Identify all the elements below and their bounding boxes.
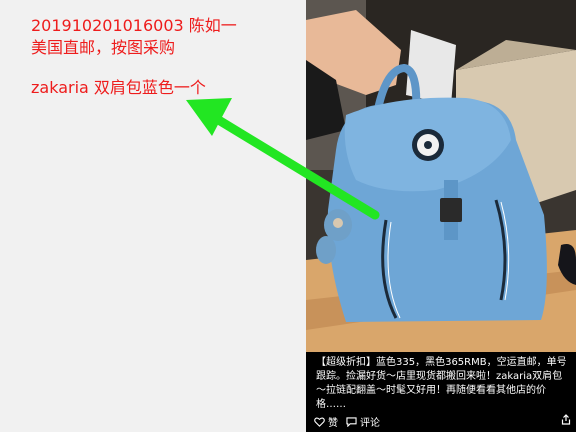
order-notes-panel: 201910201016003 陈如一 美国直邮，按图采购 zakaria 双肩… (0, 0, 306, 432)
social-post: 【超级折扣】蓝色335，黑色365RMB，空运直邮，单号跟踪。捡漏好货～店里现货… (306, 0, 576, 432)
heart-icon (314, 417, 325, 427)
product-photo (306, 0, 576, 352)
like-button[interactable]: 赞 (314, 414, 338, 429)
order-id-line: 201910201016003 陈如一 (31, 16, 237, 35)
product-note-line: zakaria 双肩包蓝色一个 (31, 78, 206, 97)
share-button[interactable] (561, 414, 571, 425)
like-label: 赞 (328, 418, 338, 429)
comment-icon (346, 416, 357, 427)
post-caption: 【超级折扣】蓝色335，黑色365RMB，空运直邮，单号跟踪。捡漏好货～店里现货… (316, 357, 567, 410)
comment-label: 评论 (360, 418, 380, 429)
comment-button[interactable]: 评论 (346, 414, 380, 429)
shipping-note-line: 美国直邮，按图采购 (31, 38, 176, 57)
share-icon (561, 414, 571, 425)
post-action-bar: 赞 评论 (306, 412, 576, 432)
